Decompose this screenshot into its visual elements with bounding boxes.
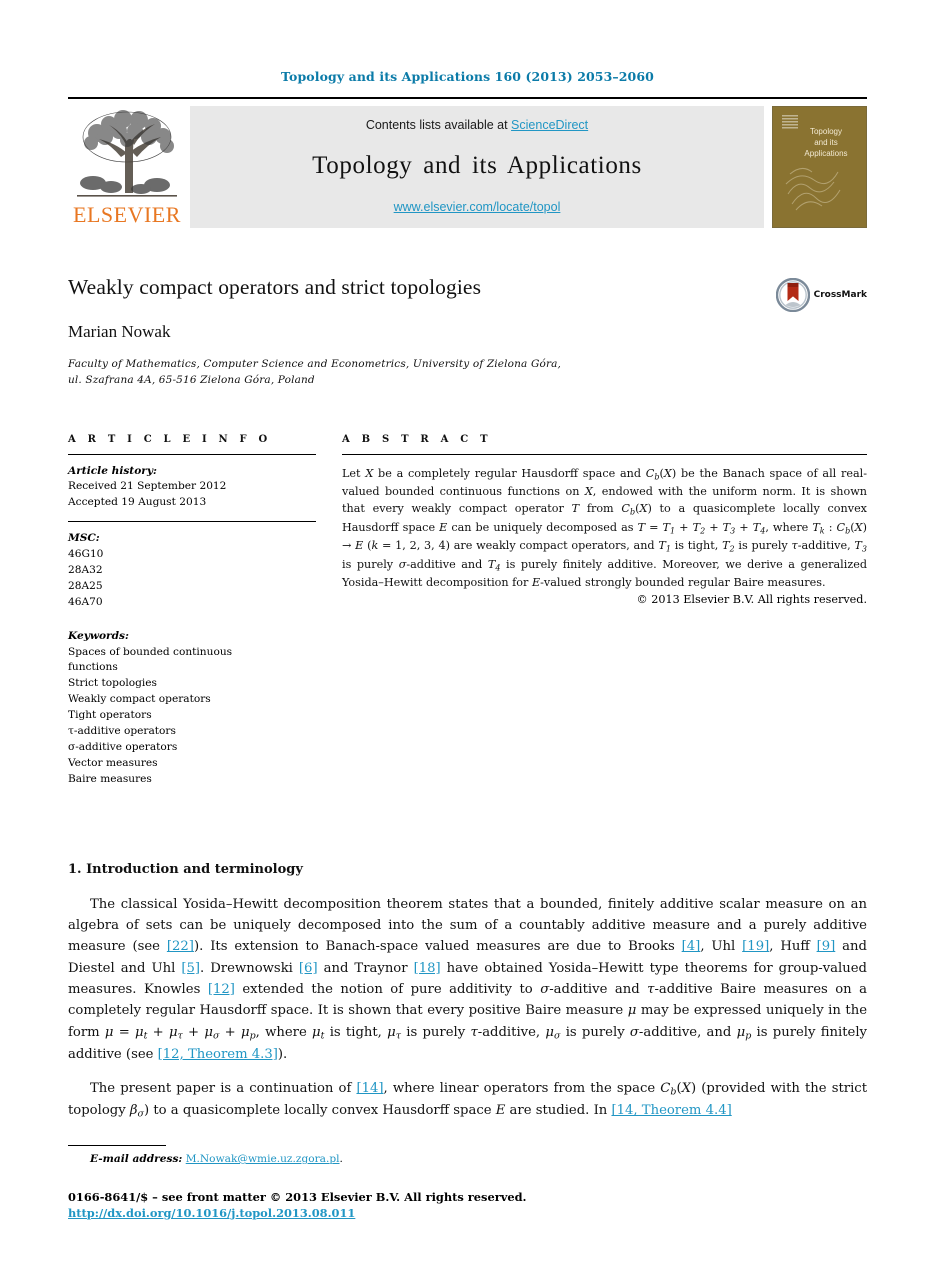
msc-code: 28A32	[68, 563, 103, 576]
intro-paragraph-1: The classical Yosida–Hewitt decompositio…	[68, 896, 868, 1062]
keyword-item: Weakly compact operators	[68, 693, 211, 706]
keyword-item: σ-additive operators	[68, 740, 178, 753]
citation-link[interactable]: [12, Theorem 4.3]	[158, 1047, 278, 1062]
msc-group: MSC: 46G10 28A32 28A25 46A70	[68, 531, 316, 610]
author-name: Marian Nowak	[68, 322, 171, 341]
keyword-item: Strict topologies	[68, 677, 157, 690]
affiliation-line-2: ul. Szafrana 4A, 65-516 Zielona Góra, Po…	[68, 374, 315, 387]
citation-link[interactable]: [4]	[682, 939, 701, 954]
keyword-item: functions	[68, 661, 118, 674]
elsevier-wordmark: ELSEVIER	[73, 202, 181, 227]
received-date: Received 21 September 2012	[68, 480, 227, 493]
crossmark-label: CrossMark	[813, 290, 867, 300]
email-label: E-mail address:	[90, 1153, 183, 1165]
citation-link[interactable]: [6]	[299, 961, 318, 976]
citation-link[interactable]: [5]	[181, 961, 200, 976]
journal-banner: Contents lists available at ScienceDirec…	[190, 106, 764, 228]
citation-link[interactable]: [12]	[208, 982, 235, 997]
email-link[interactable]: M.Nowak@wmie.uz.zgora.pl	[186, 1153, 340, 1165]
journal-homepage-link[interactable]: www.elsevier.com/locate/topol	[394, 200, 561, 214]
keywords-group: Keywords: Spaces of bounded continuous f…	[68, 629, 316, 788]
affiliation-line-1: Faculty of Mathematics, Computer Science…	[68, 358, 562, 370]
msc-label: MSC:	[68, 532, 100, 545]
keyword-item: Baire measures	[68, 772, 152, 785]
article-history-label: Article history:	[68, 464, 157, 477]
elsevier-logo: ELSEVIER	[68, 106, 186, 228]
footnote-rule	[68, 1145, 166, 1146]
citation-link[interactable]: [22]	[167, 939, 194, 954]
citation-link[interactable]: [18]	[414, 961, 441, 976]
email-footnote: E-mail address: M.Nowak@wmie.uz.zgora.pl…	[68, 1153, 867, 1165]
crossmark-icon	[775, 278, 810, 312]
article-info-column: A R T I C L E I N F O Article history: R…	[68, 434, 316, 788]
contents-prefix-text: Contents lists available at	[365, 118, 512, 132]
journal-title: Topology and its Applications	[312, 152, 642, 179]
masthead: ELSEVIER Contents lists available at Sci…	[68, 97, 867, 228]
running-head: Topology and its Applications 160 (2013)…	[281, 69, 654, 84]
abstract-copyright: © 2013 Elsevier B.V. All rights reserved…	[636, 593, 867, 607]
doi-link[interactable]: http://dx.doi.org/10.1016/j.topol.2013.0…	[68, 1206, 355, 1220]
keywords-label: Keywords:	[68, 629, 129, 642]
intro-paragraph-2: The present paper is a continuation of […	[68, 1081, 867, 1121]
keyword-item: Vector measures	[68, 756, 158, 769]
article-history-group: Article history: Received 21 September 2…	[68, 464, 316, 512]
keyword-item: τ-additive operators	[68, 725, 176, 737]
history-msc-divider	[68, 521, 316, 523]
cover-inner: Topology and its Applications	[776, 110, 863, 224]
citation-link[interactable]: [14, Theorem 4.4]	[611, 1103, 731, 1118]
abstract-text: Let X be a completely regular Hausdorff …	[342, 466, 867, 590]
sciencedirect-link[interactable]: ScienceDirect	[511, 118, 588, 132]
abstract-column: A B S T R A C T Let X be a completely re…	[342, 434, 867, 788]
citation-link[interactable]: [14]	[356, 1081, 383, 1096]
title-block: Weakly compact operators and strict topo…	[68, 275, 867, 389]
cover-title-line-2: and its	[814, 137, 838, 147]
crossmark-badge[interactable]: CrossMark	[775, 278, 867, 312]
page-title: Weakly compact operators and strict topo…	[68, 275, 482, 299]
abstract-heading: A B S T R A C T	[342, 433, 492, 445]
issn-copyright-line: 0166-8641/$ – see front matter © 2013 El…	[68, 1190, 527, 1204]
author-affiliation: Faculty of Mathematics, Computer Science…	[68, 356, 867, 389]
article-info-heading: A R T I C L E I N F O	[68, 433, 272, 445]
introduction-section: 1. Introduction and terminology The clas…	[68, 862, 867, 1123]
msc-code: 28A25	[68, 579, 103, 592]
citation-link[interactable]: [19]	[742, 939, 769, 954]
journal-article-page: Topology and its Applications 160 (2013)…	[0, 0, 935, 1266]
info-abstract-section: A R T I C L E I N F O Article history: R…	[68, 434, 867, 788]
cover-title-line-1: Topology	[809, 127, 843, 136]
msc-code: 46A70	[68, 595, 103, 608]
section-title: 1. Introduction and terminology	[68, 861, 303, 877]
abstract-heading-rule	[342, 453, 867, 455]
info-heading-rule	[68, 453, 316, 455]
journal-cover-thumbnail[interactable]: Topology and its Applications	[772, 106, 867, 228]
page-footer: E-mail address: M.Nowak@wmie.uz.zgora.pl…	[68, 1145, 867, 1222]
keyword-item: Spaces of bounded continuous	[68, 645, 233, 658]
cover-artwork-icon	[785, 168, 841, 211]
email-period: .	[339, 1153, 343, 1165]
citation-link[interactable]: [9]	[817, 939, 836, 954]
accepted-date: Accepted 19 August 2013	[68, 496, 207, 509]
msc-code: 46G10	[68, 548, 104, 561]
contents-available-line: Contents lists available at ScienceDirec…	[366, 118, 588, 132]
keyword-item: Tight operators	[68, 709, 152, 722]
elsevier-tree-icon	[77, 110, 177, 197]
